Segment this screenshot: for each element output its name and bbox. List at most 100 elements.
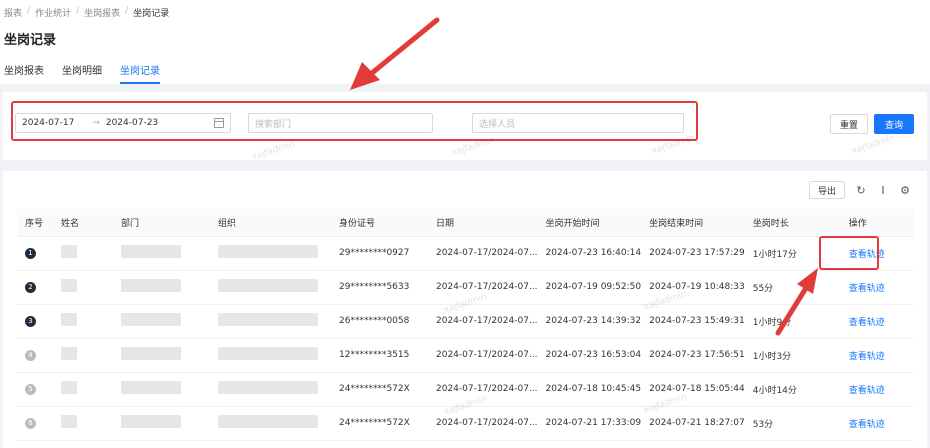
refresh-icon[interactable]: ↻ — [855, 184, 867, 197]
settings-gear-icon[interactable]: ⚙ — [899, 184, 911, 197]
col-index: 序号 — [17, 209, 53, 237]
date-cell: 2024-07-17/2024-07... — [428, 406, 538, 441]
table-row: 1 29********0927 2024-07-17/2024-07... 2… — [17, 236, 914, 271]
breadcrumb-item[interactable]: 坐岗报表 — [84, 6, 120, 19]
duration-cell: 1小时3分 — [744, 338, 841, 373]
date-start[interactable]: 2024-07-17 — [22, 118, 74, 128]
col-action: 操作 — [840, 209, 914, 237]
date-range-picker[interactable]: 2024-07-17 → 2024-07-23 — [15, 113, 231, 133]
org-redacted — [218, 415, 318, 428]
view-track-link[interactable]: 查看轨迹 — [849, 386, 885, 396]
date-end[interactable]: 2024-07-23 — [106, 118, 158, 128]
end-time-cell: 2024-07-21 18:27:07 — [641, 406, 745, 441]
start-time-cell: 2024-07-21 17:33:09 — [537, 406, 642, 441]
table-row: 5 24********572X 2024-07-17/2024-07... 2… — [17, 372, 914, 407]
org-redacted — [218, 347, 318, 360]
col-name: 姓名 — [53, 209, 113, 237]
end-time-cell: 2024-07-18 15:05:44 — [641, 372, 745, 407]
filter-card: 2024-07-17 → 2024-07-23 搜索部门 选择人员 重置 查询 … — [3, 92, 927, 163]
duration-cell: 1小时9分 — [744, 304, 841, 339]
person-select[interactable]: 选择人员 — [472, 113, 684, 133]
row-index-badge: 4 — [25, 349, 36, 361]
page-title: 坐岗记录 — [4, 33, 57, 48]
dept-redacted — [121, 347, 181, 360]
end-time-cell: 2024-07-23 17:56:51 — [641, 338, 745, 373]
date-cell: 2024-07-17/2024-07... — [428, 372, 538, 407]
person-placeholder: 选择人员 — [479, 119, 516, 130]
col-end-time: 坐岗结束时间 — [641, 209, 745, 237]
org-redacted — [218, 245, 318, 258]
calendar-icon[interactable] — [214, 118, 224, 128]
duration-cell: 4小时14分 — [744, 372, 841, 407]
action-highlight-box — [819, 236, 879, 270]
view-track-link[interactable]: 查看轨迹 — [849, 420, 885, 430]
dept-redacted — [121, 279, 181, 292]
start-time-cell: 2024-07-19 09:52:50 — [537, 270, 642, 305]
id-card-cell: 29********5633 — [331, 270, 428, 305]
range-arrow-icon: → — [92, 118, 100, 128]
org-redacted — [218, 279, 318, 292]
table-row: 4 12********3515 2024-07-17/2024-07... 2… — [17, 338, 914, 373]
dept-redacted — [121, 415, 181, 428]
row-index-badge: 3 — [25, 315, 36, 327]
table-header-row: 序号 姓名 部门 组织 身份证号 日期 坐岗开始时间 坐岗结束时间 坐岗时长 操… — [17, 209, 914, 237]
end-time-cell: 2024-07-23 15:49:31 — [641, 304, 745, 339]
dept-redacted — [121, 313, 181, 326]
org-redacted — [218, 313, 318, 326]
col-start-time: 坐岗开始时间 — [537, 209, 642, 237]
col-org: 组织 — [210, 209, 331, 237]
view-track-link[interactable]: 查看轨迹 — [849, 284, 885, 294]
watermark: xajfadmin — [250, 139, 297, 163]
export-button[interactable]: 导出 — [809, 181, 845, 199]
name-redacted — [61, 245, 77, 258]
name-redacted — [61, 347, 77, 360]
breadcrumb-current: 坐岗记录 — [133, 9, 170, 19]
search-button[interactable]: 查询 — [874, 114, 914, 134]
breadcrumb-item[interactable]: 作业统计 — [35, 6, 71, 19]
id-card-cell: 26********0058 — [331, 304, 428, 339]
view-track-link[interactable]: 查看轨迹 — [849, 352, 885, 362]
view-track-link[interactable]: 查看轨迹 — [849, 318, 885, 328]
duration-cell: 55分 — [744, 270, 841, 305]
id-card-cell: 29********0927 — [331, 236, 428, 271]
tab-bar: 坐岗报表 坐岗明细 坐岗记录 — [4, 62, 160, 84]
row-index-badge: 5 — [25, 383, 36, 395]
row-index-badge: 1 — [25, 247, 36, 259]
id-card-cell: 24********572X — [331, 406, 428, 441]
breadcrumb-item[interactable]: 报表 — [4, 6, 22, 19]
date-cell: 2024-07-17/2024-07... — [428, 338, 538, 373]
page-header: 报表 / 作业统计 / 坐岗报表 / 坐岗记录 坐岗记录 坐岗报表 坐岗明细 坐岗记录 — [0, 0, 930, 84]
duration-cell: 53分 — [744, 406, 841, 441]
table-row: 3 26********0058 2024-07-17/2024-07... 2… — [17, 304, 914, 339]
date-cell: 2024-07-17/2024-07... — [428, 270, 538, 305]
record-table: 序号 姓名 部门 组织 身份证号 日期 坐岗开始时间 坐岗结束时间 坐岗时长 操… — [17, 209, 914, 441]
tab-report[interactable]: 坐岗报表 — [4, 62, 44, 83]
density-icon[interactable]: Ⅰ — [877, 184, 889, 197]
end-time-cell: 2024-07-23 17:57:29 — [641, 236, 745, 271]
date-cell: 2024-07-17/2024-07... — [428, 236, 538, 271]
name-redacted — [61, 279, 77, 292]
breadcrumb: 报表 / 作业统计 / 坐岗报表 / 坐岗记录 — [4, 6, 170, 19]
end-time-cell: 2024-07-19 10:48:33 — [641, 270, 745, 305]
dept-redacted — [121, 381, 181, 394]
table-card: 导出 ↻ Ⅰ ⚙ 序号 姓名 部门 组织 身份证号 日期 坐岗开始时间 坐岗结束… — [3, 171, 927, 448]
org-redacted — [218, 381, 318, 394]
reset-button[interactable]: 重置 — [830, 114, 868, 134]
start-time-cell: 2024-07-18 10:45:45 — [537, 372, 642, 407]
dept-search-input[interactable]: 搜索部门 — [248, 113, 433, 133]
dept-placeholder: 搜索部门 — [255, 119, 292, 130]
tab-detail[interactable]: 坐岗明细 — [62, 62, 102, 83]
row-index-badge: 6 — [25, 417, 36, 429]
watermark: xajfadmin — [850, 133, 897, 157]
date-cell: 2024-07-17/2024-07... — [428, 304, 538, 339]
table-toolbar: 导出 ↻ Ⅰ ⚙ — [809, 181, 911, 199]
tab-record[interactable]: 坐岗记录 — [120, 62, 160, 84]
start-time-cell: 2024-07-23 16:40:14 — [537, 236, 642, 271]
start-time-cell: 2024-07-23 14:39:32 — [537, 304, 642, 339]
table-row: 6 24********572X 2024-07-17/2024-07... 2… — [17, 406, 914, 441]
id-card-cell: 24********572X — [331, 372, 428, 407]
id-card-cell: 12********3515 — [331, 338, 428, 373]
table-row: 2 29********5633 2024-07-17/2024-07... 2… — [17, 270, 914, 305]
col-date: 日期 — [428, 209, 538, 237]
dept-redacted — [121, 245, 181, 258]
